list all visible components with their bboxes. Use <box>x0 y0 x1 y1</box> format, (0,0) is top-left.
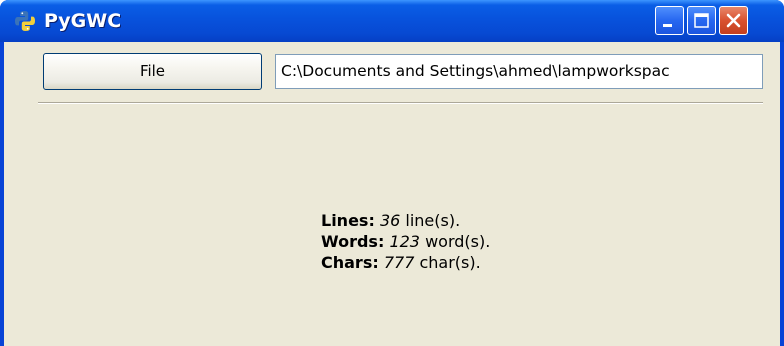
words-label: Words: <box>321 232 385 251</box>
stats-panel: Lines: 36 line(s). Words: 123 word(s). C… <box>321 210 490 273</box>
minimize-icon <box>663 24 672 27</box>
file-button[interactable]: File <box>43 53 262 90</box>
chars-label: Chars: <box>321 253 379 272</box>
chars-value: 777 <box>383 253 415 272</box>
chars-unit: char(s). <box>419 253 481 272</box>
lines-stat: Lines: 36 line(s). <box>321 210 490 231</box>
minimize-button[interactable] <box>655 6 684 35</box>
maximize-button[interactable] <box>687 6 716 35</box>
window-title: PyGWC <box>44 10 122 32</box>
python-logo-icon <box>15 11 35 31</box>
app-window: PyGWC File C:\Documents and Settings\ahm… <box>0 0 784 346</box>
title-bar[interactable]: PyGWC <box>0 0 784 42</box>
words-unit: word(s). <box>425 232 491 251</box>
path-input[interactable]: C:\Documents and Settings\ahmed\lampwork… <box>275 54 763 89</box>
separator <box>38 102 763 104</box>
lines-value: 36 <box>379 211 401 230</box>
chars-stat: Chars: 777 char(s). <box>321 252 490 273</box>
words-value: 123 <box>389 232 420 251</box>
lines-label: Lines: <box>321 211 375 230</box>
words-stat: Words: 123 word(s). <box>321 231 490 252</box>
close-icon <box>726 13 741 28</box>
close-button[interactable] <box>719 6 748 35</box>
lines-unit: line(s). <box>405 211 461 230</box>
maximize-icon <box>694 13 709 28</box>
